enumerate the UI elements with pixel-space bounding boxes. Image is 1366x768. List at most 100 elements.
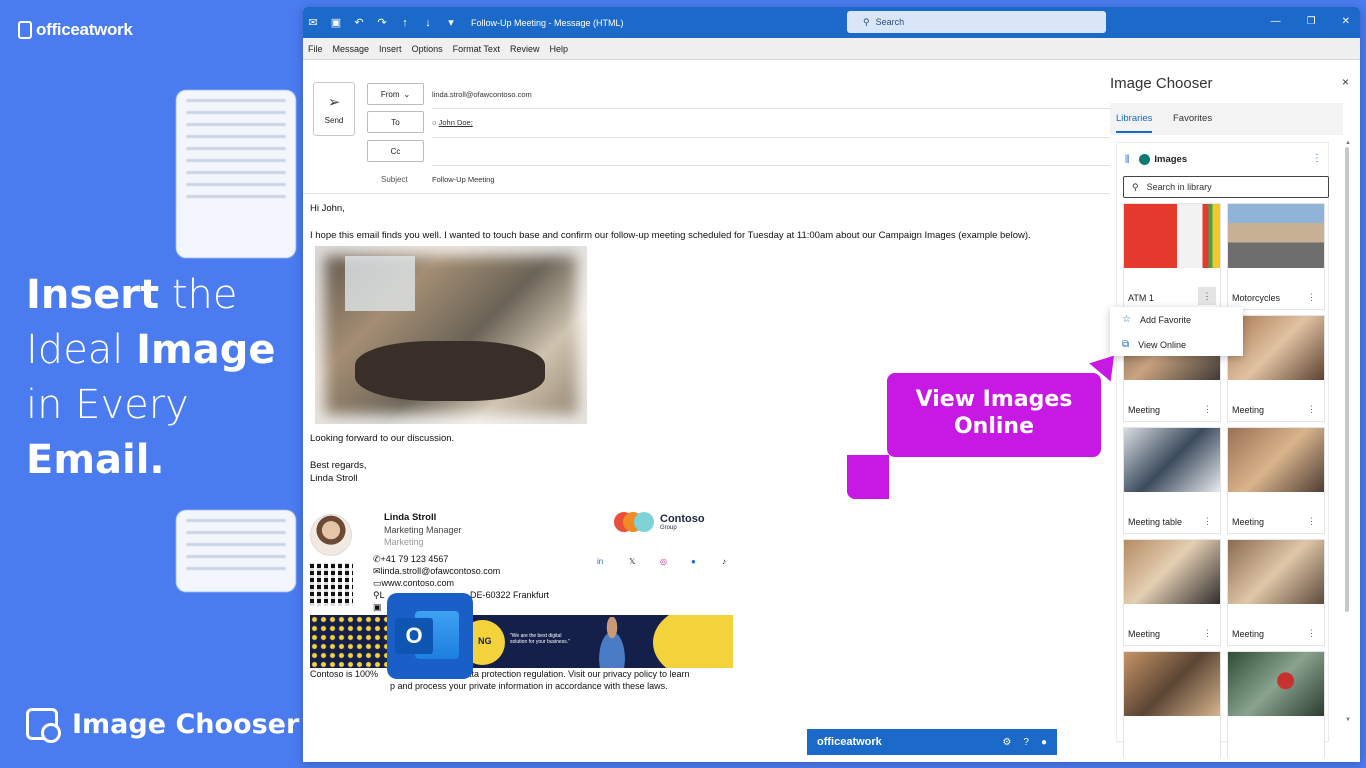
menu-review[interactable]: Review — [505, 44, 545, 54]
sharepoint-icon — [1139, 154, 1151, 165]
avatar — [310, 514, 352, 556]
inbox-ghost-bottom — [176, 510, 296, 592]
tile-more-icon[interactable]: ⋮ — [1307, 628, 1316, 639]
search-icon: ⚲ — [863, 16, 870, 27]
product-name: Image Chooser — [72, 708, 300, 740]
library-search-input[interactable]: ⚲ Search in library — [1123, 176, 1329, 198]
close-icon[interactable]: × — [1342, 75, 1349, 89]
signature-name: Linda Stroll — [384, 512, 437, 523]
scroll-down-icon[interactable]: ▼ — [1345, 717, 1351, 723]
save-icon[interactable]: ▣ — [330, 17, 342, 29]
qr-code — [310, 563, 353, 606]
title-bar: ✉ ▣ ↶ ↷ ↑ ↓ ▾ Follow-Up Meeting - Messag… — [303, 7, 1360, 38]
officeatwork-logo-icon — [18, 21, 32, 39]
library-more-icon[interactable]: ⋮ — [1312, 153, 1322, 164]
tile-more-icon[interactable]: ⋮ — [1307, 404, 1316, 415]
undo-icon[interactable]: ↶ — [353, 17, 365, 29]
address-tail: DE-60322 Frankfurt — [470, 590, 550, 600]
meeting-photo[interactable] — [315, 246, 587, 424]
tile-more-icon[interactable]: ⋮ — [1203, 516, 1212, 527]
scrollbar[interactable] — [1345, 147, 1349, 612]
phone-icon: ✆ — [373, 554, 381, 564]
tile-more-icon[interactable]: ⋮ — [1198, 287, 1216, 305]
redo-icon[interactable]: ↷ — [376, 17, 388, 29]
subject-label: Subject — [381, 175, 408, 184]
image-tile[interactable]: Meeting ⋮ — [1123, 539, 1221, 646]
view-online-item[interactable]: ⧉ View Online — [1110, 332, 1243, 357]
image-tile[interactable]: Meeting ⋮ — [1227, 539, 1325, 646]
cc-button[interactable]: Cc — [367, 140, 424, 162]
to-button[interactable]: To — [367, 111, 424, 133]
close-icon[interactable]: ✕ — [1342, 16, 1350, 27]
banner-quote: "We are the best digital solution for yo… — [510, 633, 570, 645]
divider — [303, 193, 1110, 194]
tile-image — [1228, 204, 1324, 268]
user-icon[interactable]: ● — [1041, 737, 1047, 748]
legal-footer: Contoso is 100% DPR data protection regul… — [310, 669, 690, 691]
window-title: Follow-Up Meeting - Message (HTML) — [471, 17, 624, 28]
divider — [432, 137, 1110, 138]
settings-icon[interactable]: ⚙ — [1002, 737, 1011, 748]
from-value: linda.stroll@ofawcontoso.com — [432, 90, 532, 99]
customize-icon[interactable]: ▾ — [445, 17, 457, 29]
tile-more-icon[interactable]: ⋮ — [1203, 404, 1212, 415]
tiktok-icon[interactable]: ♪ — [722, 557, 726, 566]
menu-help[interactable]: Help — [544, 44, 573, 54]
image-tile[interactable]: Meeting table ⋮ — [1123, 427, 1221, 534]
tile-image — [1228, 652, 1324, 716]
minimize-icon[interactable]: — — [1271, 16, 1281, 27]
tab-libraries[interactable]: Libraries — [1116, 113, 1153, 133]
tile-image — [1124, 652, 1220, 716]
signature-role: Marketing Manager — [384, 525, 462, 535]
linkedin-icon[interactable]: in — [597, 557, 603, 566]
view-online-callout: View Images Online — [887, 373, 1101, 457]
menu-file[interactable]: File — [303, 44, 328, 54]
banner-person — [592, 617, 632, 668]
add-favorite-item[interactable]: ☆ Add Favorite — [1110, 307, 1243, 332]
image-tile[interactable] — [1227, 651, 1325, 758]
menu-format-text[interactable]: Format Text — [448, 44, 505, 54]
image-tile[interactable]: ATM 1 ⋮ — [1123, 203, 1221, 310]
chevron-down-icon: ⌄ — [403, 89, 411, 99]
building-icon: ▣ — [373, 602, 382, 612]
tile-more-icon[interactable]: ⋮ — [1307, 292, 1316, 303]
arrow-up-icon[interactable]: ↑ — [399, 17, 411, 29]
callout-tail — [847, 455, 889, 499]
send-button[interactable]: ➢ Send — [313, 82, 355, 136]
panel-tabs: Libraries Favorites — [1110, 103, 1343, 135]
library-name: Images — [1154, 154, 1188, 165]
facebook-icon[interactable]: ● — [691, 557, 696, 566]
menu-insert[interactable]: Insert — [374, 44, 407, 54]
tile-image — [1228, 428, 1324, 492]
signature-banner[interactable]: NG "We are the best digital solution for… — [310, 615, 733, 668]
x-icon[interactable]: 𝕏 — [629, 557, 635, 566]
email-line[interactable]: ✉linda.stroll@ofawcontoso.com — [373, 566, 500, 577]
subject-field[interactable]: Follow-Up Meeting — [432, 175, 495, 184]
image-chooser-icon — [26, 708, 61, 743]
menu-options[interactable]: Options — [407, 44, 448, 54]
image-tile[interactable] — [1123, 651, 1221, 758]
search-box[interactable]: ⚲ Search — [847, 11, 1106, 33]
image-tile[interactable]: Motorcycles ⋮ — [1227, 203, 1325, 310]
company-logo: Contoso Group — [614, 512, 705, 532]
from-button[interactable]: From ⌄ — [367, 83, 424, 105]
tile-more-icon[interactable]: ⋮ — [1307, 516, 1316, 527]
tab-favorites[interactable]: Favorites — [1173, 113, 1212, 124]
libraries-icon[interactable]: ⫼ — [1125, 154, 1129, 165]
headline: Insert the Ideal Image in Every Email. — [26, 272, 276, 483]
phone-line: ✆+41 79 123 4567 — [373, 554, 449, 564]
menu-message[interactable]: Message — [328, 44, 375, 54]
to-field[interactable]: ○ John Doe; — [432, 118, 473, 127]
instagram-icon[interactable]: ◎ — [660, 557, 667, 566]
brand-name: officeatwork — [36, 20, 133, 39]
maximize-icon[interactable]: ❐ — [1307, 16, 1316, 27]
scroll-up-icon[interactable]: ▲ — [1345, 140, 1351, 146]
search-placeholder: Search — [875, 17, 905, 27]
arrow-down-icon[interactable]: ↓ — [422, 17, 434, 29]
company-name: Contoso — [660, 512, 705, 525]
mail-icon: ✉ — [373, 566, 381, 576]
help-icon[interactable]: ? — [1023, 737, 1029, 748]
tile-more-icon[interactable]: ⋮ — [1203, 628, 1212, 639]
image-tile[interactable]: Meeting ⋮ — [1227, 427, 1325, 534]
web-line[interactable]: ▭www.contoso.com — [373, 578, 454, 589]
